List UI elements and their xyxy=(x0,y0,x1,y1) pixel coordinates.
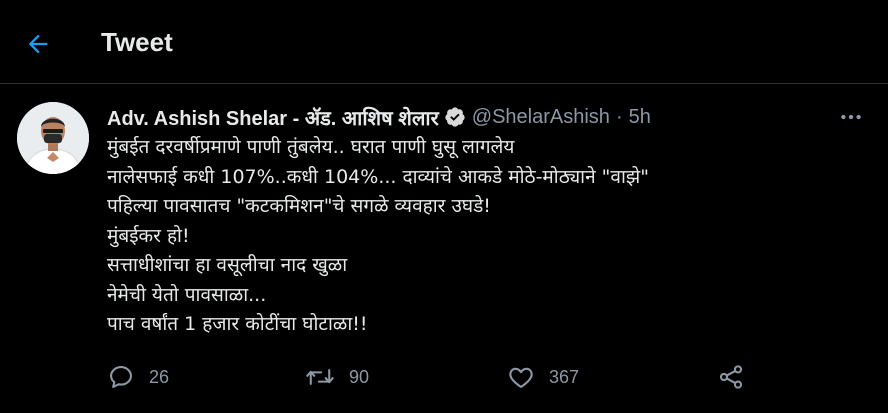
author-display-name[interactable]: Adv. Ashish Shelar - ॲड. आशिष शेलार xyxy=(107,104,439,131)
tweet-actions: 26 90 367 xyxy=(107,361,767,393)
tweet-line: सत्ताधीशांचा हा वसूलीचा नाद खुळा xyxy=(107,254,348,276)
reply-icon xyxy=(110,366,132,388)
tweet-page: Tweet Adv. Ashish Shelar - ॲड. आशिष शेला… xyxy=(0,0,888,413)
reply-count: 26 xyxy=(149,366,170,387)
author-handle[interactable]: @ShelarAshish xyxy=(472,106,610,129)
tweet-line: पहिल्या पावसातच "कटकमिशन"चे सगळे व्यवहार… xyxy=(107,195,491,217)
tweet-timestamp[interactable]: 5h xyxy=(629,106,651,129)
separator-dot: · xyxy=(615,105,623,128)
heart-icon xyxy=(509,367,533,388)
like-count: 367 xyxy=(549,366,580,387)
profile-photo xyxy=(17,102,89,174)
tweet-line: नालेसफाई कधी 107%..कधी 104%... दाव्यांचे… xyxy=(107,165,649,188)
retweet-icon xyxy=(306,369,334,385)
tweet-line: मुंबईकर हो! xyxy=(107,224,190,247)
page-header: Tweet xyxy=(0,0,888,84)
tweet-author-row: Adv. Ashish Shelar - ॲड. आशिष शेलार @She… xyxy=(107,102,651,132)
more-options-button[interactable] xyxy=(831,100,871,134)
tweet-line: मुंबईत दरवर्षीप्रमाणे पाणी तुंबलेय.. घरा… xyxy=(107,136,515,158)
tweet-text: मुंबईत दरवर्षीप्रमाणे पाणी तुंबलेय.. घरा… xyxy=(107,133,867,340)
avatar[interactable] xyxy=(17,102,89,174)
like-button[interactable]: 367 xyxy=(507,361,579,393)
share-icon xyxy=(719,365,743,389)
arrow-left-icon xyxy=(28,34,48,54)
tweet-line: पाच वर्षांत 1 हजार कोटींचा घोटाळा!! xyxy=(107,313,368,335)
back-button[interactable] xyxy=(16,22,60,66)
share-button[interactable] xyxy=(717,361,745,393)
more-horizontal-icon xyxy=(841,114,861,120)
retweet-button[interactable]: 90 xyxy=(305,361,369,393)
verified-badge-icon xyxy=(444,106,466,128)
page-title: Tweet xyxy=(101,27,173,57)
tweet-line: नेमेची येतो पावसाळा... xyxy=(107,283,267,306)
retweet-count: 90 xyxy=(349,366,370,387)
reply-button[interactable]: 26 xyxy=(107,361,169,393)
